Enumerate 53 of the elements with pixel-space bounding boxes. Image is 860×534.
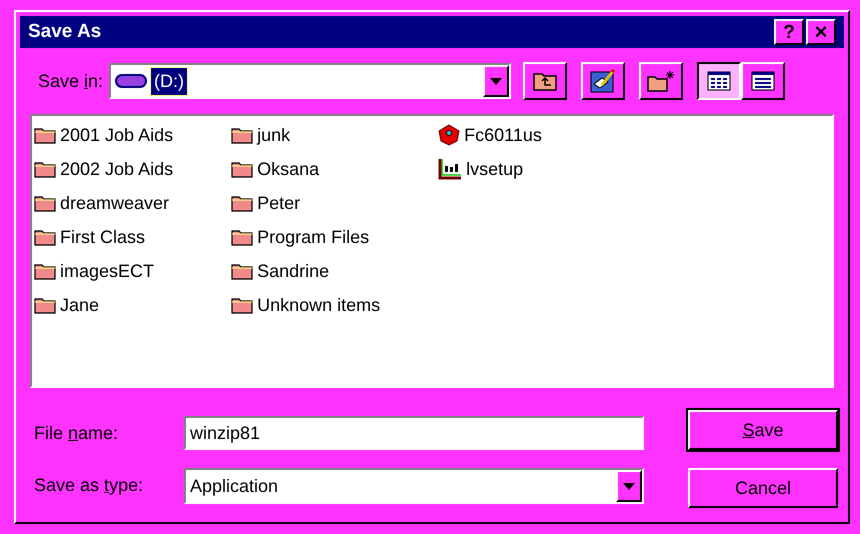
folder-icon (34, 296, 56, 314)
pencil-pad-icon (590, 69, 616, 93)
folder-icon (34, 228, 56, 246)
help-button[interactable]: ? (774, 19, 804, 45)
file-item[interactable]: First Class (34, 220, 182, 254)
window-title: Save As (28, 20, 102, 44)
folder-icon (231, 262, 254, 280)
save-in-dropdown[interactable]: (D:) (109, 63, 512, 99)
new-folder-icon (646, 69, 676, 93)
dialog-button[interactable]: Save (688, 410, 838, 450)
view-button[interactable] (697, 62, 742, 100)
folder-icon (231, 126, 254, 144)
file-item[interactable]: dreamweaver (34, 186, 182, 220)
folder-icon (34, 160, 56, 178)
details-view-icon (751, 71, 776, 91)
folder-icon (34, 194, 56, 212)
file-item[interactable]: 2002 Job Aids (34, 152, 182, 186)
file-item[interactable]: lvsetup (438, 152, 550, 186)
box-icon (438, 124, 460, 146)
save-as-type-label: Save as type: (34, 474, 144, 497)
chart-icon (438, 158, 462, 180)
folder-icon (34, 126, 56, 144)
dialog-button[interactable]: Cancel (688, 468, 838, 508)
folder-icon (231, 296, 254, 314)
folder-icon (231, 228, 254, 246)
toolbar-button[interactable] (523, 62, 568, 100)
down-caret-icon (490, 78, 502, 84)
file-item[interactable]: Fc6011us (438, 118, 550, 152)
close-button[interactable]: × (806, 19, 836, 45)
file-item[interactable]: 2001 Job Aids (34, 118, 182, 152)
file-item[interactable]: Sandrine (231, 254, 388, 288)
drive-icon (115, 73, 148, 89)
toolbar-button[interactable] (639, 62, 684, 100)
toolbar-button[interactable] (581, 62, 626, 100)
folder-icon (34, 262, 56, 280)
file-name-field[interactable]: winzip81 (184, 416, 644, 450)
file-item[interactable]: Jane (34, 288, 182, 322)
file-item[interactable]: imagesECT (34, 254, 182, 288)
file-item[interactable]: Peter (231, 186, 388, 220)
file-item[interactable]: Program Files (231, 220, 388, 254)
folder-icon (231, 160, 254, 178)
save-as-type-dropdown[interactable]: Application (184, 468, 644, 504)
file-name-label: File name: (34, 422, 120, 444)
file-item[interactable]: Unknown items (231, 288, 388, 322)
drive-name: (D:) (151, 68, 188, 94)
file-item[interactable]: junk (231, 118, 388, 152)
list-view-icon (707, 71, 732, 91)
file-item[interactable]: Oksana (231, 152, 388, 186)
save-in-label: Save in: (38, 70, 104, 92)
folder-icon (231, 194, 254, 212)
dropdown-button[interactable] (616, 470, 642, 502)
down-caret-icon (623, 482, 635, 490)
dropdown-button[interactable] (483, 65, 510, 97)
